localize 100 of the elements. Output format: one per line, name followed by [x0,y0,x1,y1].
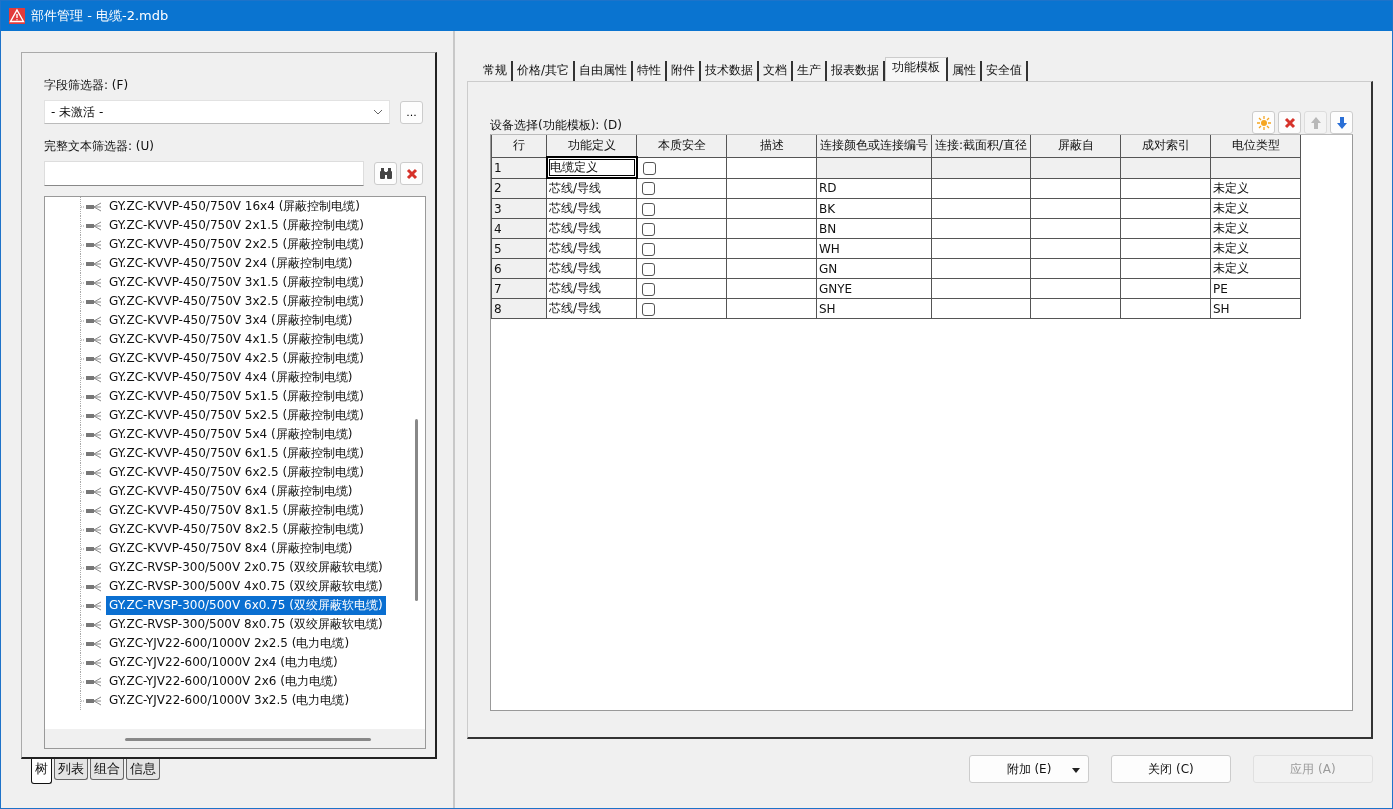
fulltext-filter-field[interactable] [44,161,364,186]
cable-icon [81,391,103,402]
delete-icon [1283,116,1296,129]
checkbox[interactable] [642,161,656,175]
checkbox[interactable] [642,202,655,216]
tree-item[interactable]: GY.ZC-KVVP-450/750V 5x4 (屏蔽控制电缆) [106,425,356,444]
cable-icon [81,277,103,288]
dialog-button[interactable]: 关闭 (C) [1111,755,1231,783]
column-header[interactable]: 成对索引 [1120,135,1211,157]
cable-icon [81,201,103,212]
cable-icon [81,220,103,231]
arrow-up-icon [1309,115,1322,130]
tree-item[interactable]: GY.ZC-YJV22-600/1000V 3x2.5 (电力电缆) [106,691,353,710]
column-header[interactable]: 本质安全 [636,135,727,157]
tree-item[interactable]: GY.ZC-YJV22-600/1000V 2x2.5 (电力电缆) [106,634,353,653]
caret-icon [1072,768,1080,773]
cable-icon [81,581,103,592]
tree-item[interactable]: GY.ZC-RVSP-300/500V 8x0.75 (双绞屏蔽软电缆) [106,615,386,634]
cable-icon [81,258,103,269]
table-cell: 2 [491,178,547,199]
cable-icon [81,524,103,535]
panel-tab[interactable]: 组合 [90,759,124,780]
tree-item[interactable]: GY.ZC-YJV22-600/1000V 2x6 (电力电缆) [106,672,341,691]
tree-item[interactable]: GY.ZC-KVVP-450/750V 6x2.5 (屏蔽控制电缆) [106,463,367,482]
checkbox[interactable] [642,222,655,236]
tree-item[interactable]: GY.ZC-KVVP-450/750V 3x1.5 (屏蔽控制电缆) [106,273,367,292]
tree-item[interactable]: GY.ZC-KVVP-450/750V 16x4 (屏蔽控制电缆) [106,197,363,216]
cable-icon [81,619,103,630]
cable-icon [81,296,103,307]
table-cell: 7 [491,278,547,299]
cable-icon [81,410,103,421]
table-cell: 8 [491,298,547,319]
cable-icon [81,239,103,250]
panel-tab[interactable]: 信息 [126,759,160,780]
table-cell: 电缆定义 [546,157,637,178]
window-title: 部件管理 - 电缆-2.mdb [31,7,169,25]
tree-item[interactable]: GY.ZC-KVVP-450/750V 2x2.5 (屏蔽控制电缆) [106,235,367,254]
cable-icon [81,372,103,383]
more-button[interactable]: ... [400,100,423,124]
split-button[interactable]: 附加 (E) [969,755,1089,783]
tree-item[interactable]: GY.ZC-KVVP-450/750V 8x2.5 (屏蔽控制电缆) [106,520,367,539]
cable-icon [81,429,103,440]
tree-item[interactable]: GY.ZC-KVVP-450/750V 4x4 (屏蔽控制电缆) [106,368,356,387]
checkbox[interactable] [642,182,655,196]
fulltext-filter-label: 完整文本筛选器: (U) [44,138,155,155]
cable-icon [81,334,103,345]
tree-item[interactable]: GY.ZC-KVVP-450/750V 2x1.5 (屏蔽控制电缆) [106,216,367,235]
cable-icon [81,657,103,668]
tree-item[interactable]: GY.ZC-KVVP-450/750V 6x4 (屏蔽控制电缆) [106,482,356,501]
panel-tab[interactable]: 列表 [54,759,88,780]
tree-item[interactable]: GY.ZC-YJV22-600/1000V 2x4 (电力电缆) [106,653,341,672]
tree-item[interactable]: GY.ZC-KVVP-450/750V 5x2.5 (屏蔽控制电缆) [106,406,367,425]
column-header[interactable]: 连接颜色或连接编号 [816,135,932,157]
cable-icon [81,638,103,649]
binoculars-icon [378,167,393,180]
column-header[interactable]: 屏蔽自 [1030,135,1121,157]
column-header[interactable]: 功能定义 [546,135,637,157]
tree-item[interactable]: GY.ZC-KVVP-450/750V 6x1.5 (屏蔽控制电缆) [106,444,367,463]
cable-icon [81,562,103,573]
checkbox[interactable] [642,282,655,296]
scrollbar-thumb[interactable] [125,738,371,741]
sparkle-icon [1256,115,1271,130]
table-cell: 5 [491,238,547,259]
table-cell: 3 [491,198,547,219]
tree-item[interactable]: GY.ZC-KVVP-450/750V 8x4 (屏蔽控制电缆) [106,539,356,558]
delete-button[interactable] [1278,111,1301,134]
table-cell: 1 [491,157,547,178]
scrollbar-thumb[interactable] [415,419,418,601]
column-header[interactable]: 电位类型 [1210,135,1301,157]
tree-item[interactable]: GY.ZC-KVVP-450/750V 4x2.5 (屏蔽控制电缆) [106,349,367,368]
table-cell: 4 [491,218,547,239]
tree-item[interactable]: GY.ZC-KVVP-450/750V 3x2.5 (屏蔽控制电缆) [106,292,367,311]
arrow-down-icon [1335,115,1348,130]
tree-item[interactable]: GY.ZC-RVSP-300/500V 4x0.75 (双绞屏蔽软电缆) [106,577,386,596]
column-header[interactable]: 描述 [726,135,817,157]
column-header[interactable]: 行 [491,135,547,157]
checkbox[interactable] [642,262,655,276]
tree-item[interactable]: GY.ZC-RVSP-300/500V 6x0.75 (双绞屏蔽软电缆) [106,596,386,615]
table-cell: 6 [491,258,547,279]
clear-button[interactable] [400,162,423,185]
cable-icon [81,600,103,611]
cable-icon [81,315,103,326]
panel-tab[interactable]: 树 [31,759,52,784]
field-filter-dropdown[interactable]: - 未激活 - [44,100,390,124]
column-header[interactable]: 连接:截面积/直径 [931,135,1031,157]
tree-item[interactable]: GY.ZC-KVVP-450/750V 2x4 (屏蔽控制电缆) [106,254,356,273]
tab[interactable]: 功能模板 [885,57,949,81]
tree-item[interactable]: GY.ZC-KVVP-450/750V 4x1.5 (屏蔽控制电缆) [106,330,367,349]
checkbox[interactable] [642,242,655,256]
tree-item[interactable]: GY.ZC-KVVP-450/750V 5x1.5 (屏蔽控制电缆) [106,387,367,406]
cable-icon [81,543,103,554]
tree-item[interactable]: GY.ZC-RVSP-300/500V 2x0.75 (双绞屏蔽软电缆) [106,558,386,577]
tree-item[interactable]: GY.ZC-KVVP-450/750V 8x1.5 (屏蔽控制电缆) [106,501,367,520]
move-down-button[interactable] [1330,111,1353,134]
checkbox[interactable] [642,302,655,316]
section-label: 设备选择(功能模板): (D) [490,117,622,134]
cable-icon [81,695,103,706]
tree-item[interactable]: GY.ZC-KVVP-450/750V 3x4 (屏蔽控制电缆) [106,311,356,330]
binoculars-button[interactable] [374,162,397,185]
cable-icon [81,353,103,364]
